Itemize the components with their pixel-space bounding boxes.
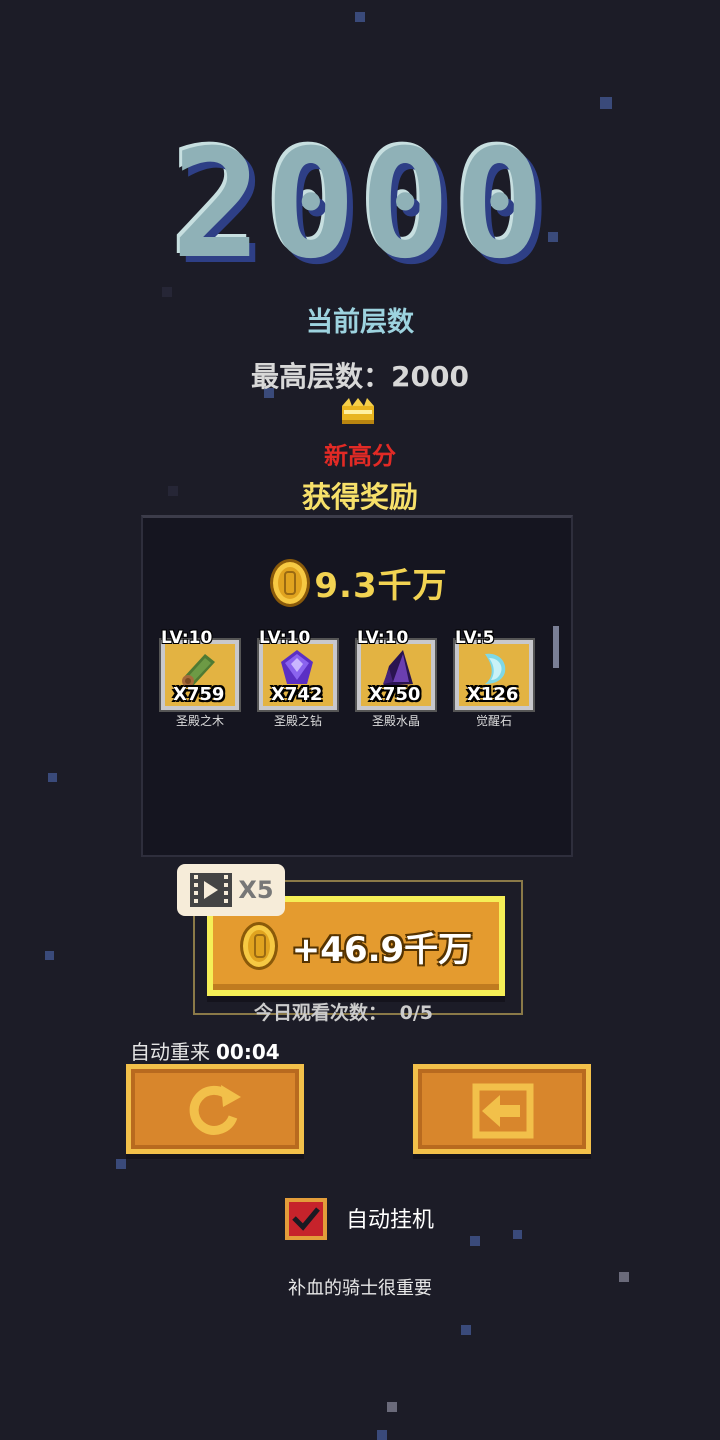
exit-button[interactable] <box>413 1064 591 1154</box>
best-floor-row: 最高层数：2000 <box>0 355 720 395</box>
reward-list-scrollbar[interactable] <box>553 626 559 668</box>
current-floor-label: 当前层数 <box>306 307 414 338</box>
item-name: 圣殿水晶 <box>371 714 420 728</box>
reward-title: 获得奖励 <box>301 480 418 514</box>
item-count: X126 <box>467 684 519 705</box>
star-decoration <box>600 97 612 109</box>
restart-button[interactable] <box>126 1064 304 1154</box>
awaken-stone-icon <box>485 653 506 684</box>
new-high-score-label: 新高分 <box>324 442 396 470</box>
star-decoration <box>355 12 365 22</box>
best-floor-value: 2000 <box>391 360 469 393</box>
current-floor-number: 2000 <box>171 118 549 292</box>
item-count: X742 <box>271 684 323 705</box>
gold-coin-icon <box>239 922 278 970</box>
exit-door-icon <box>472 1083 534 1139</box>
item-level: LV:10 <box>161 628 213 648</box>
best-floor-label: 最高层数： <box>251 360 392 393</box>
reward-panel: 9.3千万 LV:10 X759 圣殿之木 LV:10 X742 圣殿之钻 LV… <box>141 515 573 857</box>
gameplay-tip: 补血的骑士很重要 <box>288 1278 432 1299</box>
star-decoration <box>116 1159 126 1169</box>
watch-count-value: 0/5 <box>399 1002 434 1024</box>
crown-icon <box>342 398 374 424</box>
item-count: X750 <box>369 684 421 705</box>
star-decoration <box>377 1430 387 1440</box>
auto-idle-label[interactable]: 自动挂机 <box>346 1202 434 1234</box>
star-decoration <box>513 1230 522 1239</box>
item-level: LV:5 <box>455 628 495 648</box>
item-level: LV:10 <box>357 628 409 648</box>
video-multiplier-value: X5 <box>238 876 274 904</box>
watch-count-label: 今日观看次数： <box>254 1002 388 1024</box>
auto-restart-row: 自动重来 00:04 <box>130 1036 280 1065</box>
item-name: 圣殿之钻 <box>273 714 322 728</box>
video-multiplier-tag: X5 <box>177 864 285 916</box>
item-level: LV:10 <box>259 628 311 648</box>
star-decoration <box>387 1402 397 1412</box>
dark-crystal-icon <box>383 650 413 686</box>
gold-coin-icon <box>270 558 311 607</box>
auto-restart-timer: 00:04 <box>216 1040 280 1064</box>
star-decoration <box>48 773 57 782</box>
video-film-icon <box>190 873 233 907</box>
item-count: X759 <box>173 684 225 705</box>
restart-arrow-icon <box>189 1085 241 1135</box>
star-decoration <box>461 1325 471 1335</box>
purple-diamond-icon <box>281 650 313 684</box>
auto-idle-checkbox[interactable] <box>285 1198 327 1240</box>
gold-reward-row: 9.3千万 <box>143 558 575 607</box>
watch-count-row: 今日观看次数： 0/5 <box>254 998 433 1025</box>
wood-log-icon <box>182 654 215 687</box>
item-name: 觉醒石 <box>475 714 512 728</box>
star-decoration <box>470 1236 480 1246</box>
item-name: 圣殿之木 <box>175 714 224 728</box>
gold-reward-amount: 9.3千万 <box>314 566 448 606</box>
auto-restart-label: 自动重来 <box>130 1040 210 1064</box>
video-reward-amount: +46.9千万 <box>291 929 473 970</box>
checkmark-icon <box>292 1207 320 1231</box>
star-decoration <box>45 951 54 960</box>
